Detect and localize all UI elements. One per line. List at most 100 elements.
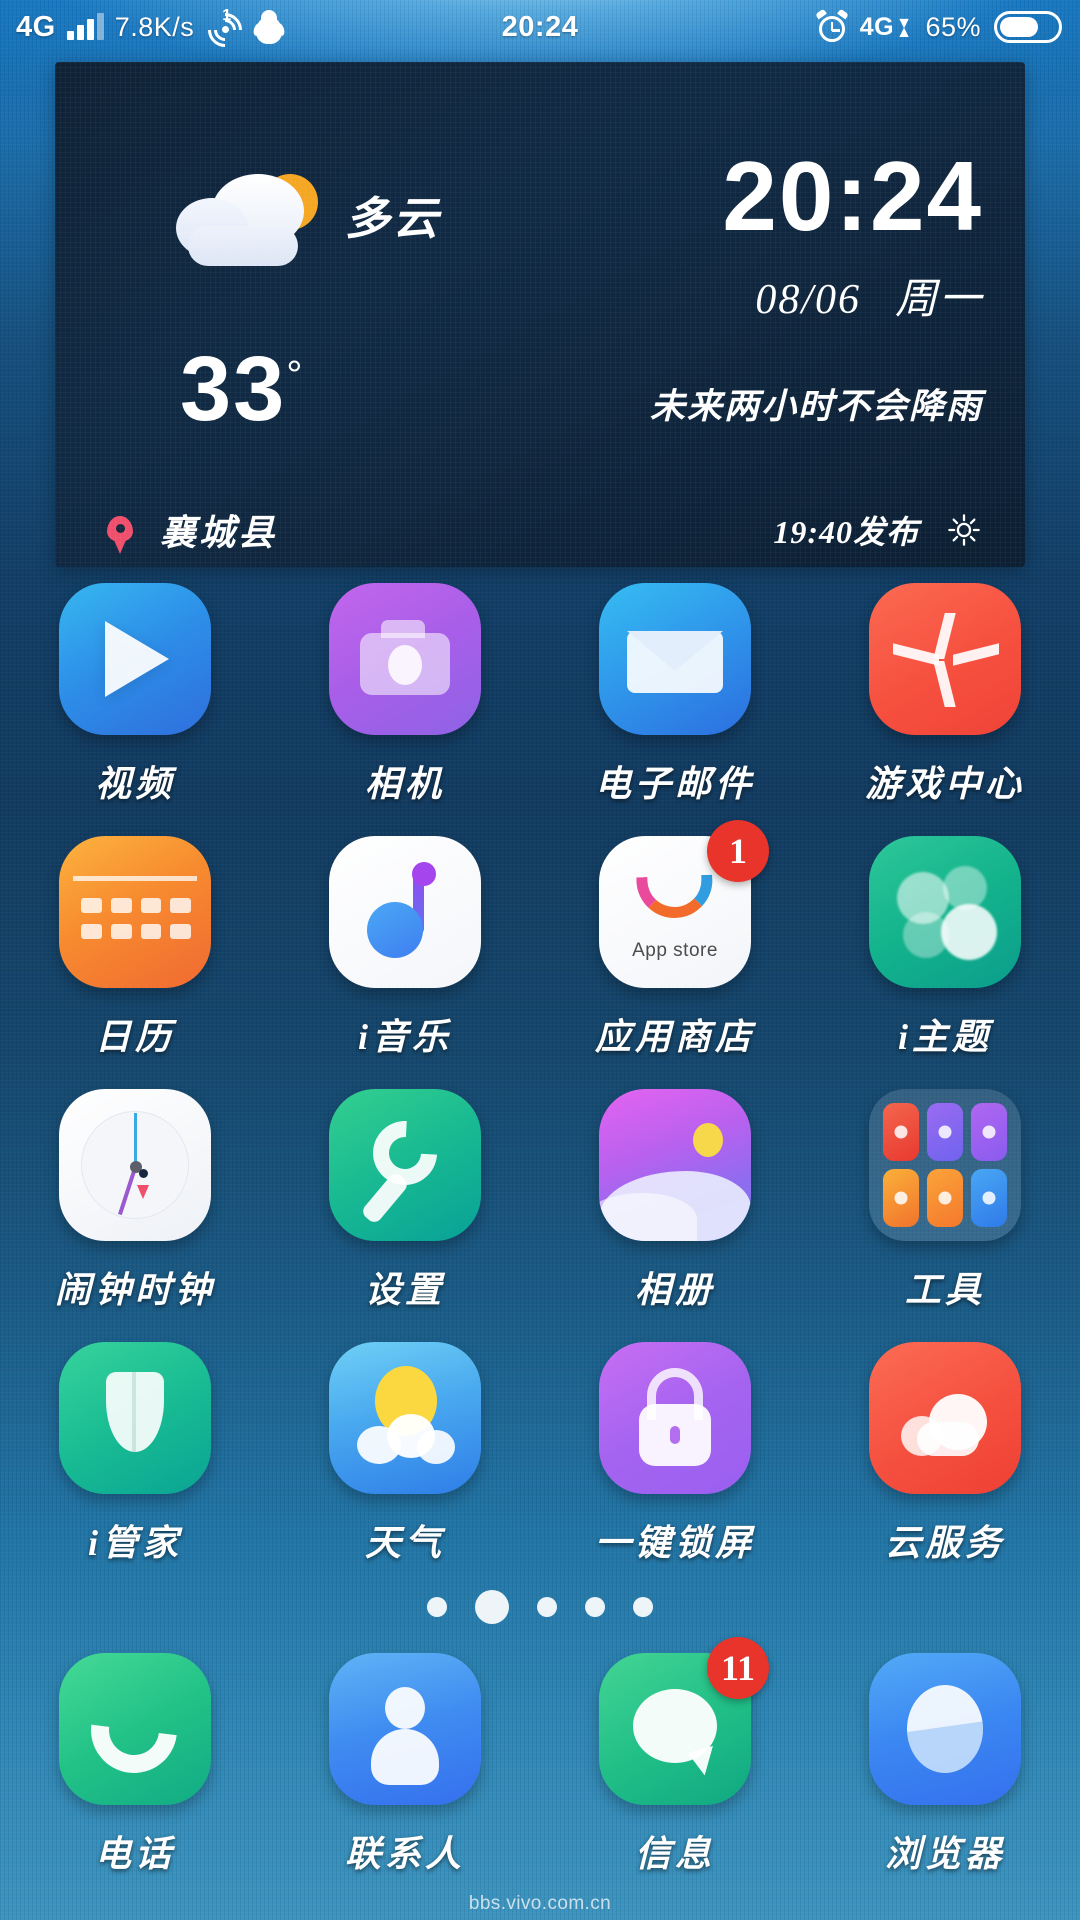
notification-badge: 11: [707, 1637, 769, 1699]
app-label: 天气: [364, 1523, 445, 1563]
camera-icon[interactable]: [329, 583, 481, 735]
degree-symbol: °: [286, 353, 305, 398]
app-icon-itheme[interactable]: i主题: [810, 828, 1080, 1079]
app-store-sublabel: App store: [632, 940, 718, 961]
home-app-grid: 视频 相机 电子邮件 游戏中心 日历 i音乐 1 App store 应用商店 …: [0, 575, 1080, 1585]
status-bar: 4G 7.8K/s 1 20:24 4G ▼ ▲ 65%: [0, 0, 1080, 55]
video-player-icon[interactable]: [59, 583, 211, 735]
qq-penguin-icon: [252, 10, 287, 44]
app-icon-cloud-service[interactable]: 云服务: [810, 1334, 1080, 1585]
map-pin-icon: [107, 516, 133, 554]
app-label: 设置: [364, 1270, 445, 1310]
dock-item-messages[interactable]: 11 信息: [540, 1637, 810, 1905]
battery-icon: [994, 11, 1062, 43]
padlock-icon[interactable]: [599, 1342, 751, 1494]
app-icon-camera[interactable]: 相机: [270, 575, 540, 826]
weather-widget-right: 20:24 08/06 周一 未来两小时不会降雨: [575, 62, 1025, 492]
app-icon-video[interactable]: 视频: [0, 575, 270, 826]
data-arrows-icon: ▼ ▲: [896, 15, 913, 41]
page-dot[interactable]: [427, 1597, 447, 1617]
status-bar-right: 4G ▼ ▲ 65%: [814, 8, 1080, 43]
analog-clock-icon[interactable]: [59, 1089, 211, 1241]
app-icon-imanager[interactable]: i管家: [0, 1334, 270, 1585]
app-icon-calendar[interactable]: 日历: [0, 828, 270, 1079]
weather-forecast-text: 未来两小时不会降雨: [649, 387, 983, 427]
widget-date-row: 08/06 周一: [575, 265, 983, 326]
app-folder-tools[interactable]: 工具: [810, 1081, 1080, 1332]
page-dot[interactable]: [537, 1597, 557, 1617]
dock-item-contacts[interactable]: 联系人: [270, 1645, 540, 1905]
weather-condition-label: 多云: [345, 194, 442, 244]
alarm-clock-icon: [814, 8, 849, 42]
photo-gallery-icon[interactable]: [599, 1089, 751, 1241]
shield-manager-icon[interactable]: [59, 1342, 211, 1494]
dock-item-phone[interactable]: 电话: [0, 1645, 270, 1905]
app-label: 日历: [94, 1017, 175, 1057]
email-envelope-icon[interactable]: [599, 583, 751, 735]
app-label: 工具: [904, 1270, 985, 1310]
page-dot[interactable]: [585, 1597, 605, 1617]
app-label: 云服务: [884, 1523, 1005, 1563]
browser-compass-icon[interactable]: [869, 1653, 1021, 1805]
app-label: i音乐: [357, 1017, 452, 1057]
page-indicator[interactable]: [0, 1590, 1080, 1624]
dock-label: 信息: [634, 1834, 715, 1874]
page-dot[interactable]: [633, 1597, 653, 1617]
app-label: 相册: [634, 1270, 715, 1310]
app-icon-alarm-clock[interactable]: 闹钟时钟: [0, 1081, 270, 1332]
wrench-settings-icon[interactable]: [329, 1089, 481, 1241]
app-store-icon[interactable]: 1 App store: [599, 820, 769, 988]
phone-handset-icon[interactable]: [59, 1653, 211, 1805]
app-icon-email[interactable]: 电子邮件: [540, 575, 810, 826]
app-icon-photos[interactable]: 相册: [540, 1081, 810, 1332]
battery-percent-label: 65%: [925, 11, 981, 42]
data-speed-label: 7.8K/s: [114, 11, 195, 42]
app-icon-settings[interactable]: 设置: [270, 1081, 540, 1332]
folder-tools-icon[interactable]: [869, 1089, 1021, 1241]
moon-cloudy-icon: [170, 150, 324, 270]
dock-label: 联系人: [344, 1834, 465, 1874]
widget-date: 08/06: [755, 277, 861, 324]
app-icon-one-key-lock[interactable]: 一键锁屏: [540, 1334, 810, 1585]
app-icon-game-center[interactable]: 游戏中心: [810, 575, 1080, 826]
signal-bars-icon: [66, 13, 104, 40]
app-label: 电子邮件: [594, 764, 755, 804]
app-label: 游戏中心: [864, 764, 1025, 804]
app-icon-imusic[interactable]: i音乐: [270, 828, 540, 1079]
cloud-service-icon[interactable]: [869, 1342, 1021, 1494]
sun-cloud-icon[interactable]: [329, 1342, 481, 1494]
app-label: 应用商店: [594, 1017, 755, 1057]
temperature-value: 33: [180, 338, 287, 440]
app-icon-app-store[interactable]: 1 App store 应用商店: [540, 820, 810, 1079]
app-label: i管家: [87, 1523, 182, 1563]
network-type-label: 4G: [16, 10, 56, 43]
app-label: 视频: [94, 764, 175, 804]
weather-widget[interactable]: 多云 33° 20:24 08/06 周一 未来两小时不会降雨 襄城县 19:40…: [55, 62, 1025, 567]
message-bubble-icon[interactable]: 11: [599, 1637, 769, 1805]
weather-published-label: 19:40发布: [773, 513, 919, 550]
weather-location-label[interactable]: 襄城县: [160, 504, 277, 556]
notification-badge: 1: [707, 820, 769, 882]
dock-item-browser[interactable]: 浏览器: [810, 1645, 1080, 1905]
app-label: 相机: [364, 764, 445, 804]
weather-temperature: 33°: [180, 337, 304, 442]
hotspot-icon: 1: [201, 5, 250, 55]
app-icon-weather[interactable]: 天气: [270, 1334, 540, 1585]
weather-widget-footer: 襄城县 19:40发布: [55, 492, 1025, 567]
dock-label: 电话: [94, 1834, 175, 1874]
contacts-person-icon[interactable]: [329, 1653, 481, 1805]
network-4g-icon: 4G ▼ ▲: [860, 13, 913, 42]
theme-bubbles-icon[interactable]: [869, 836, 1021, 988]
gear-icon[interactable]: [945, 511, 983, 549]
calendar-icon[interactable]: [59, 836, 211, 988]
weather-widget-left: 多云 33°: [55, 62, 575, 492]
widget-weekday: 周一: [894, 277, 983, 324]
game-center-icon[interactable]: [869, 583, 1021, 735]
app-label: 一键锁屏: [594, 1523, 755, 1563]
dock-label: 浏览器: [884, 1834, 1005, 1874]
app-label: i主题: [897, 1017, 992, 1057]
music-note-icon[interactable]: [329, 836, 481, 988]
forum-watermark: bbs.vivo.com.cn: [468, 1893, 612, 1914]
widget-clock[interactable]: 20:24: [575, 147, 983, 245]
page-dot-active[interactable]: [475, 1590, 509, 1624]
